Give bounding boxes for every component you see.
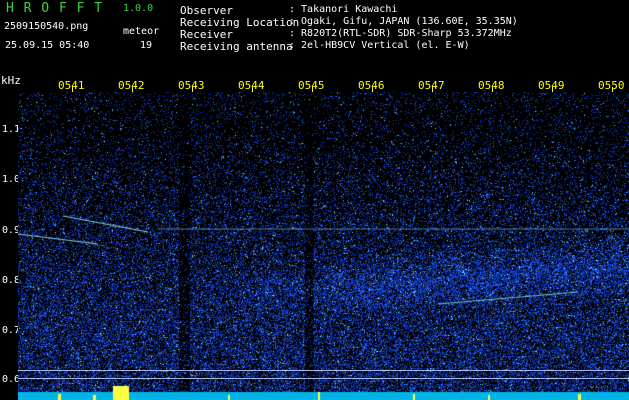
antenna-label: Receiving antenna	[180, 40, 293, 53]
receiver-value: : R820T2(RTL-SDR) SDR-Sharp 53.372MHz	[289, 28, 512, 39]
datetime: 25.09.15 05:40	[5, 40, 90, 51]
antenna-value: : 2el-HB9CV Vertical (el. E-W)	[289, 40, 470, 51]
spectrogram	[18, 92, 629, 400]
location-value: : Ogaki, Gifu, JAPAN (136.60E, 35.35N)	[289, 16, 518, 27]
location-label: Receiving Location	[180, 16, 300, 29]
app-title: H R O F F T	[6, 1, 104, 16]
file-name: 2509150540.png	[4, 21, 89, 32]
reference-line	[18, 378, 629, 379]
app-version: 1.0.0	[123, 3, 154, 14]
reference-line	[18, 370, 629, 371]
header: H R O F F T 1.0.0 2509150540.png meteor …	[0, 0, 629, 75]
observer-label: Observer	[180, 4, 233, 17]
khz-unit-label: kHz	[1, 74, 21, 87]
meteor-count: 19	[140, 40, 153, 51]
observer-value: : Takanori Kawachi	[289, 4, 398, 15]
meteor-label: meteor	[123, 26, 160, 37]
receiver-label: Receiver	[180, 28, 233, 41]
